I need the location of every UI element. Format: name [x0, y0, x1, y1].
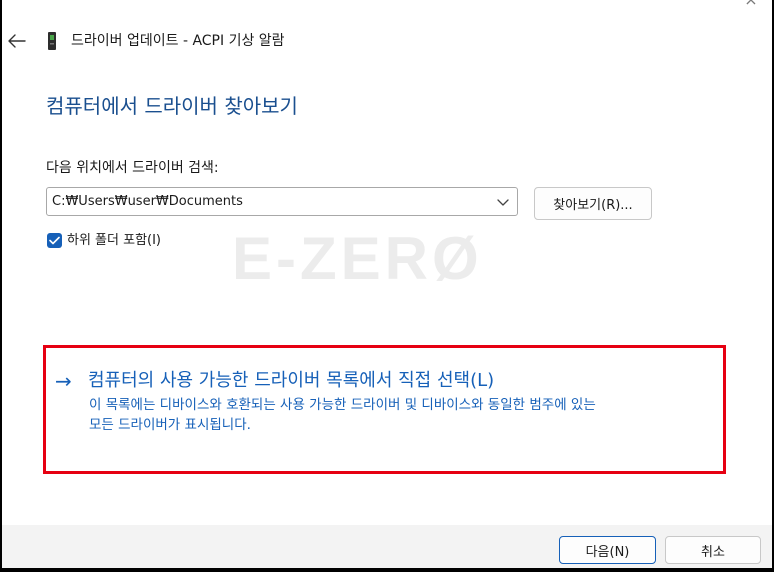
arrow-right-icon[interactable]: → — [55, 368, 72, 394]
pick-from-list-link[interactable]: 컴퓨터의 사용 가능한 드라이버 목록에서 직접 선택(L) — [88, 368, 494, 394]
window-title: 드라이버 업데이트 - ACPI 기상 알람 — [71, 33, 285, 49]
description-line-1: 이 목록에는 디바이스와 호환되는 사용 가능한 드라이버 및 디바이스와 동일… — [89, 397, 596, 413]
cancel-button[interactable]: 취소 — [665, 536, 761, 564]
checkmark-icon — [49, 236, 60, 245]
back-button[interactable] — [6, 30, 28, 52]
driver-path-input[interactable] — [52, 191, 492, 211]
pick-from-list-description: 이 목록에는 디바이스와 호환되는 사용 가능한 드라이버 및 디바이스와 동일… — [89, 395, 709, 435]
search-location-label: 다음 위치에서 드라이버 검색: — [46, 160, 219, 176]
include-subfolders-label[interactable]: 하위 폴더 포함(I) — [67, 231, 161, 251]
back-arrow-icon — [8, 34, 26, 48]
chevron-down-icon[interactable] — [497, 197, 509, 207]
close-icon[interactable]: × — [741, 0, 761, 8]
driver-path-combobox[interactable] — [46, 187, 518, 216]
description-line-2: 모든 드라이버가 표시됩니다. — [89, 417, 251, 433]
device-icon — [48, 32, 56, 50]
include-subfolders-checkbox[interactable] — [47, 233, 62, 248]
watermark-logo: E-ZERØ — [232, 225, 483, 292]
browse-button[interactable]: 찾아보기(R)... — [534, 187, 652, 220]
next-button[interactable]: 다음(N) — [559, 536, 656, 564]
page-title: 컴퓨터에서 드라이버 찾아보기 — [46, 94, 298, 118]
dialog-footer — [2, 525, 772, 568]
